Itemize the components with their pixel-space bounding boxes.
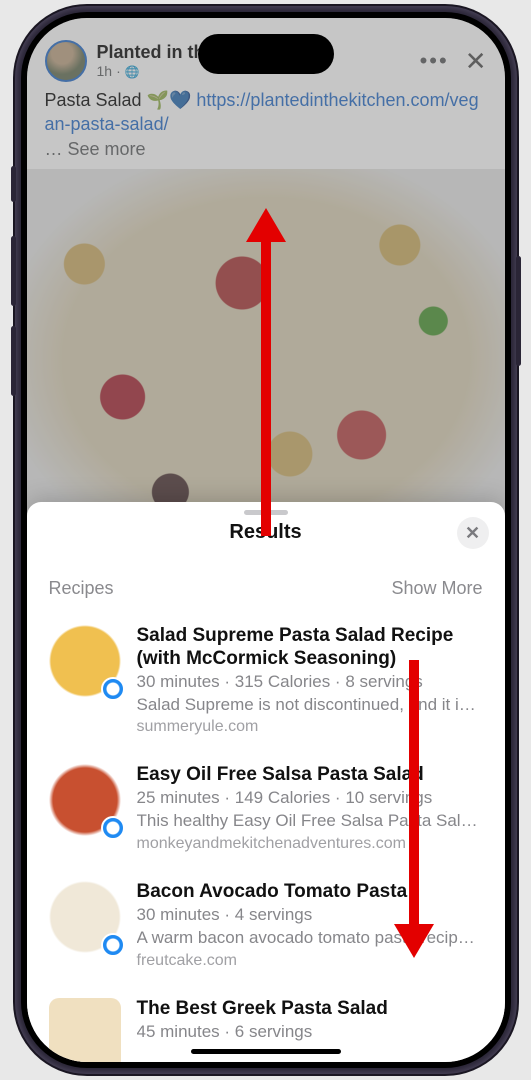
power-button: [516, 256, 521, 366]
close-sheet-button[interactable]: ✕: [457, 517, 489, 549]
volume-up-button: [11, 236, 16, 306]
safari-icon: [101, 816, 125, 840]
safari-icon: [101, 677, 125, 701]
results-list[interactable]: Salad Supreme Pasta Salad Recipe (with M…: [27, 611, 505, 1062]
section-label: Recipes: [49, 578, 114, 599]
annotation-arrow-down-icon: [409, 660, 419, 930]
annotation-arrow-up-icon: [261, 236, 271, 536]
result-meta: 30 minutes · 315 Calories · 8 servings: [137, 671, 483, 694]
close-icon: ✕: [465, 523, 480, 544]
result-description: Salad Supreme is not discontinued, and i…: [137, 694, 483, 717]
safari-icon: [101, 933, 125, 957]
side-button: [11, 166, 16, 202]
result-meta: 45 minutes · 6 servings: [137, 1021, 483, 1044]
result-title: Salad Supreme Pasta Salad Recipe (with M…: [137, 625, 483, 671]
result-meta: 25 minutes · 149 Calories · 10 servings: [137, 787, 483, 810]
result-thumbnail: [49, 998, 121, 1062]
results-sheet[interactable]: Results ✕ Recipes Show More: [27, 502, 505, 1062]
result-source: monkeyandmekitchenadventures.com: [137, 835, 483, 853]
result-title: The Best Greek Pasta Salad: [137, 998, 483, 1021]
volume-down-button: [11, 326, 16, 396]
result-description: This healthy Easy Oil Free Salsa Pasta S…: [137, 810, 483, 833]
phone-frame: Planted in th 1h · 🌐 ••• ✕ Pasta Salad 🌱…: [15, 6, 517, 1074]
dynamic-island: [198, 34, 334, 74]
show-more-button[interactable]: Show More: [391, 578, 482, 599]
result-title: Bacon Avocado Tomato Pasta: [137, 881, 483, 904]
home-indicator[interactable]: [191, 1049, 341, 1054]
screen: Planted in th 1h · 🌐 ••• ✕ Pasta Salad 🌱…: [27, 18, 505, 1062]
result-source: summeryule.com: [137, 718, 483, 736]
result-title: Easy Oil Free Salsa Pasta Salad: [137, 764, 483, 787]
